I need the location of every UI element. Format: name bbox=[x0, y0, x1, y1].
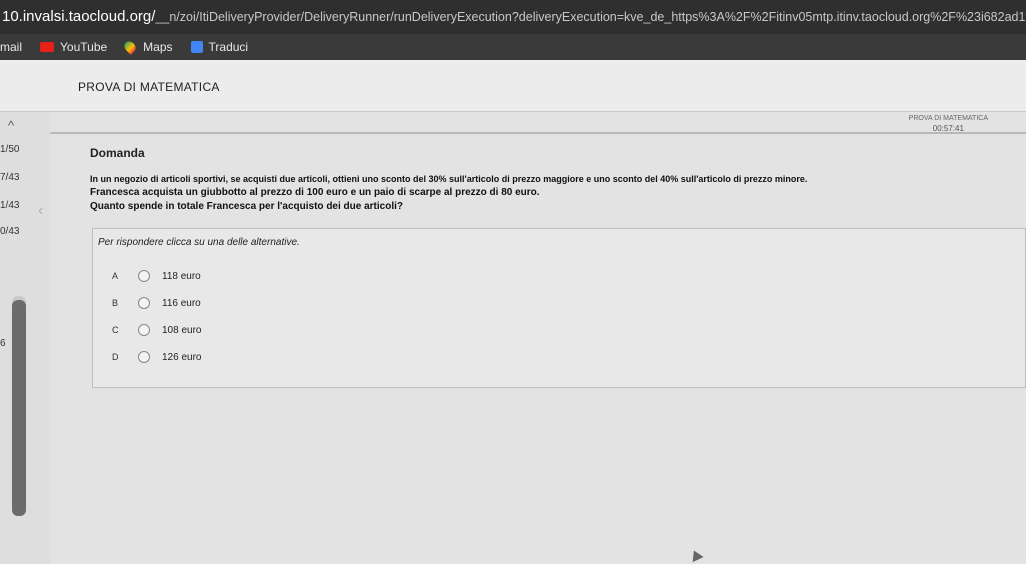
test-page: PROVA DI MATEMATICA PROVA DI MATEMATICA … bbox=[0, 60, 1026, 564]
youtube-icon bbox=[40, 42, 55, 52]
option-a[interactable]: A 118 euro bbox=[112, 268, 201, 284]
option-b[interactable]: B 116 euro bbox=[112, 295, 201, 311]
option-c-letter: C bbox=[112, 325, 119, 335]
answer-prompt: Per rispondere clicca su una delle alter… bbox=[98, 237, 300, 248]
bookmark-maps[interactable]: Maps bbox=[122, 39, 173, 55]
url-path: __n/zoi/ItiDeliveryProvider/DeliveryRunn… bbox=[155, 10, 1026, 24]
option-b-letter: B bbox=[112, 298, 119, 308]
bookmark-mail[interactable]: mail bbox=[0, 40, 22, 54]
url-host: 10.invalsi.taocloud.org/ bbox=[2, 8, 156, 25]
bookmarks-bar: mail YouTube Maps Traduci bbox=[0, 34, 1026, 60]
mouse-cursor-icon bbox=[688, 547, 704, 563]
test-header: PROVA DI MATEMATICA bbox=[0, 60, 1026, 112]
question-label: Domanda bbox=[90, 146, 145, 160]
address-bar[interactable]: 10.invalsi.taocloud.org/__n/zoi/ItiDeliv… bbox=[0, 0, 1026, 34]
timer: 00:57:41 bbox=[932, 124, 964, 133]
chevron-up-icon[interactable]: ^ bbox=[8, 118, 14, 133]
test-info-title: PROVA DI MATEMATICA bbox=[908, 115, 988, 122]
header-divider bbox=[0, 132, 1026, 134]
question-line-1: In un negozio di articoli sportivi, se a… bbox=[90, 174, 808, 184]
option-b-text: 116 euro bbox=[162, 297, 201, 309]
option-d-text: 126 euro bbox=[162, 351, 202, 363]
sidebar-item-4[interactable]: 0/43 bbox=[0, 226, 19, 237]
test-title: PROVA DI MATEMATICA bbox=[78, 80, 220, 94]
bookmark-youtube[interactable]: YouTube bbox=[40, 40, 107, 54]
section-number: 6 bbox=[0, 338, 6, 349]
bookmark-translate[interactable]: Traduci bbox=[190, 40, 249, 54]
option-a-text: 118 euro bbox=[162, 270, 201, 282]
option-d-letter: D bbox=[112, 352, 119, 362]
question-text: In un negozio di articoli sportivi, se a… bbox=[90, 172, 890, 214]
option-b-radio[interactable] bbox=[138, 297, 150, 309]
option-c-text: 108 euro bbox=[162, 324, 202, 336]
sidebar-item-2[interactable]: 7/43 bbox=[0, 172, 19, 183]
sidebar-item-3[interactable]: 1/43 bbox=[0, 200, 19, 211]
bookmark-youtube-label: YouTube bbox=[60, 40, 108, 54]
option-a-radio[interactable] bbox=[138, 270, 150, 282]
sidebar-item-1[interactable]: 1/50 bbox=[0, 144, 19, 155]
bookmark-maps-label: Maps bbox=[143, 40, 173, 54]
option-d[interactable]: D 126 euro bbox=[112, 349, 201, 365]
question-line-3: Quanto spende in totale Francesca per l'… bbox=[90, 201, 404, 212]
question-line-2: Francesca acquista un giubbotto al prezz… bbox=[90, 187, 540, 198]
option-a-letter: A bbox=[112, 271, 119, 281]
bookmark-mail-label: mail bbox=[0, 40, 23, 54]
translate-icon bbox=[190, 41, 203, 53]
option-c-radio[interactable] bbox=[138, 324, 150, 336]
bookmark-translate-label: Traduci bbox=[208, 40, 249, 54]
option-d-radio[interactable] bbox=[138, 351, 150, 363]
test-info: PROVA DI MATEMATICA 00:57:41 bbox=[909, 114, 988, 134]
scrollbar-thumb[interactable] bbox=[12, 300, 26, 516]
option-c[interactable]: C 108 euro bbox=[112, 322, 201, 338]
answer-area bbox=[92, 228, 1026, 388]
maps-icon bbox=[122, 39, 138, 55]
chevron-left-icon[interactable]: ‹ bbox=[38, 202, 43, 220]
